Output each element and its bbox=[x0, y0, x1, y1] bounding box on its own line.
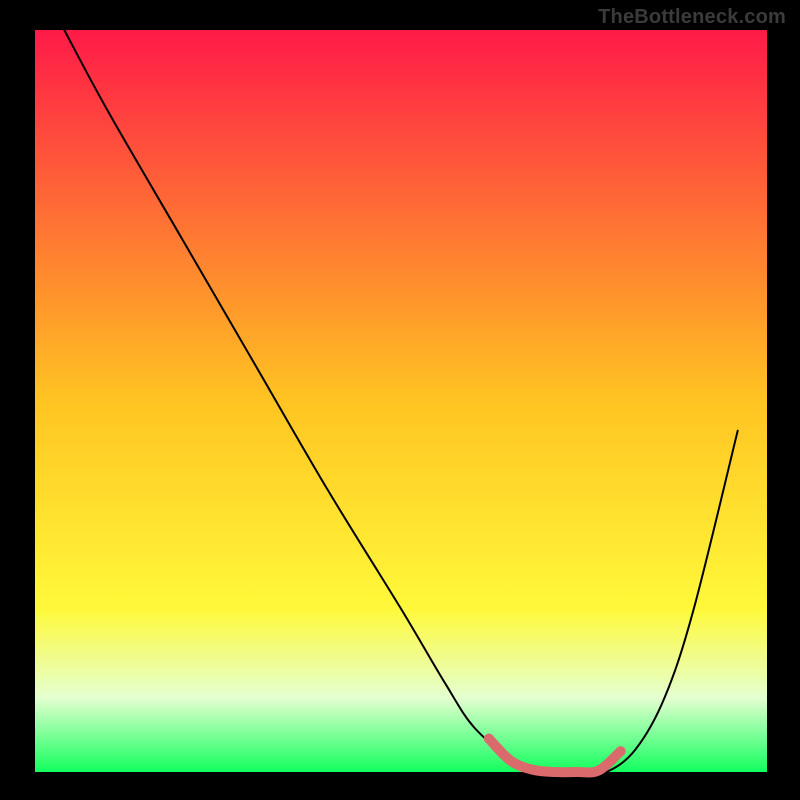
chart-svg bbox=[0, 0, 800, 800]
chart-stage: TheBottleneck.com bbox=[0, 0, 800, 800]
plot-background bbox=[35, 30, 767, 772]
optimal-marker-start bbox=[484, 734, 494, 744]
optimal-marker-end bbox=[616, 746, 626, 756]
watermark-label: TheBottleneck.com bbox=[598, 6, 786, 29]
